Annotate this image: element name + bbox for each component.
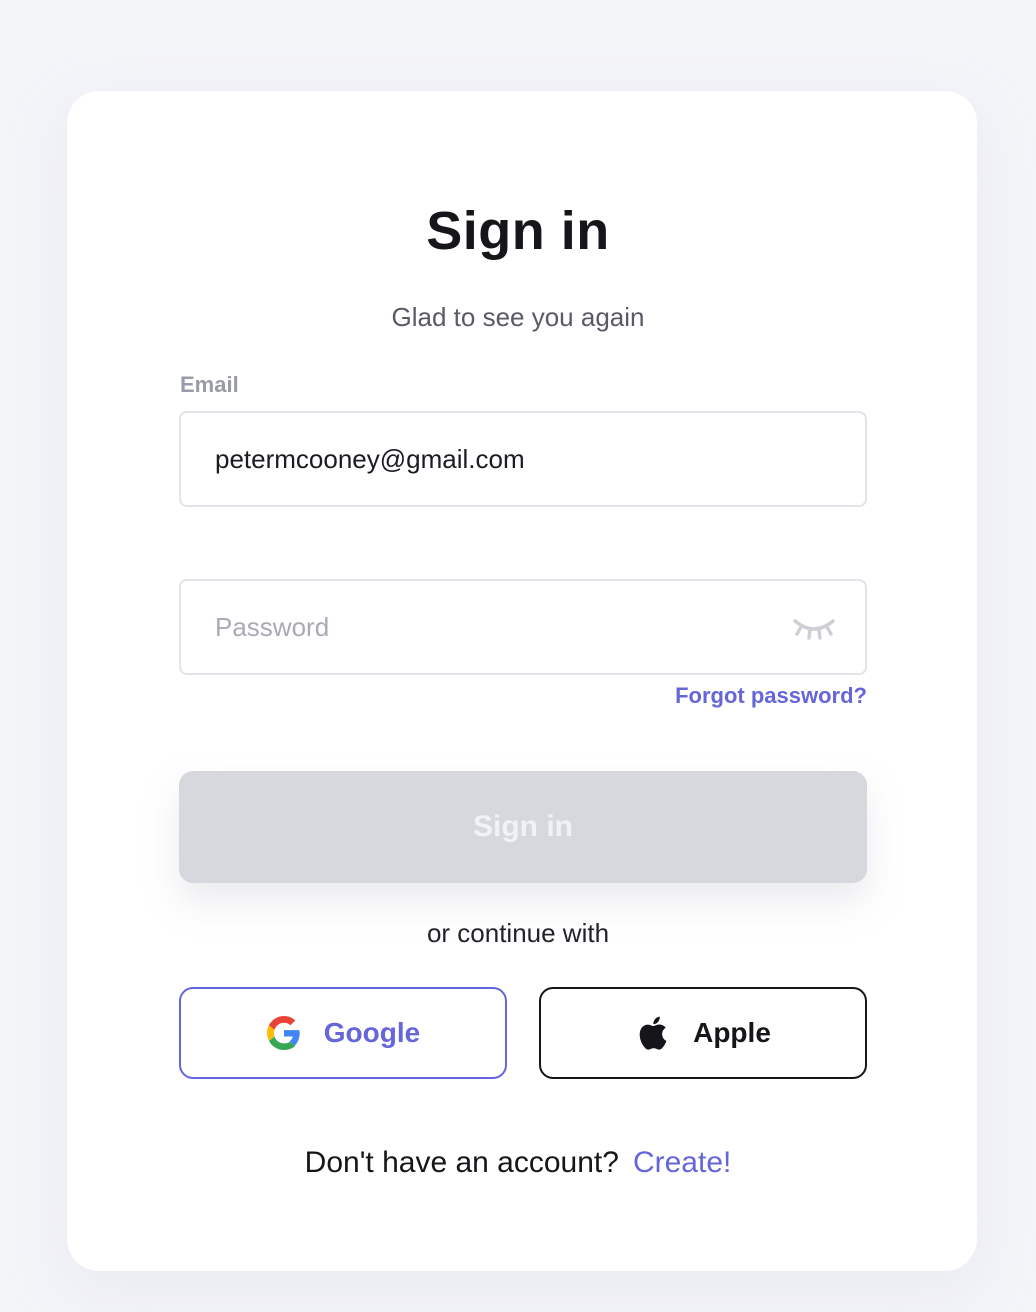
page-title: Sign in — [426, 201, 610, 261]
email-label: Email — [180, 372, 239, 397]
create-account-link[interactable]: Create! — [633, 1146, 731, 1179]
apple-button-label: Apple — [693, 1017, 771, 1048]
signin-card — [67, 91, 977, 1271]
google-signin-button[interactable]: Google — [179, 987, 507, 1079]
signup-prompt: Don't have an account? Create! — [0, 1146, 1036, 1180]
password-input[interactable] — [213, 581, 773, 673]
signin-button[interactable]: Sign in — [179, 771, 867, 883]
apple-signin-button[interactable]: Apple — [539, 987, 867, 1079]
google-g-icon — [266, 1015, 302, 1051]
google-button-label: Google — [323, 1017, 421, 1048]
forgot-password-link[interactable]: Forgot password? — [675, 683, 867, 709]
eye-closed-icon[interactable] — [791, 615, 837, 643]
password-field-container — [179, 579, 867, 675]
email-input[interactable] — [213, 413, 773, 505]
signup-prompt-text: Don't have an account? — [304, 1146, 619, 1179]
email-field-container — [179, 411, 867, 507]
apple-logo-icon — [635, 1015, 671, 1051]
or-continue-divider: or continue with — [426, 918, 610, 948]
page-subtitle: Glad to see you again — [391, 302, 645, 332]
